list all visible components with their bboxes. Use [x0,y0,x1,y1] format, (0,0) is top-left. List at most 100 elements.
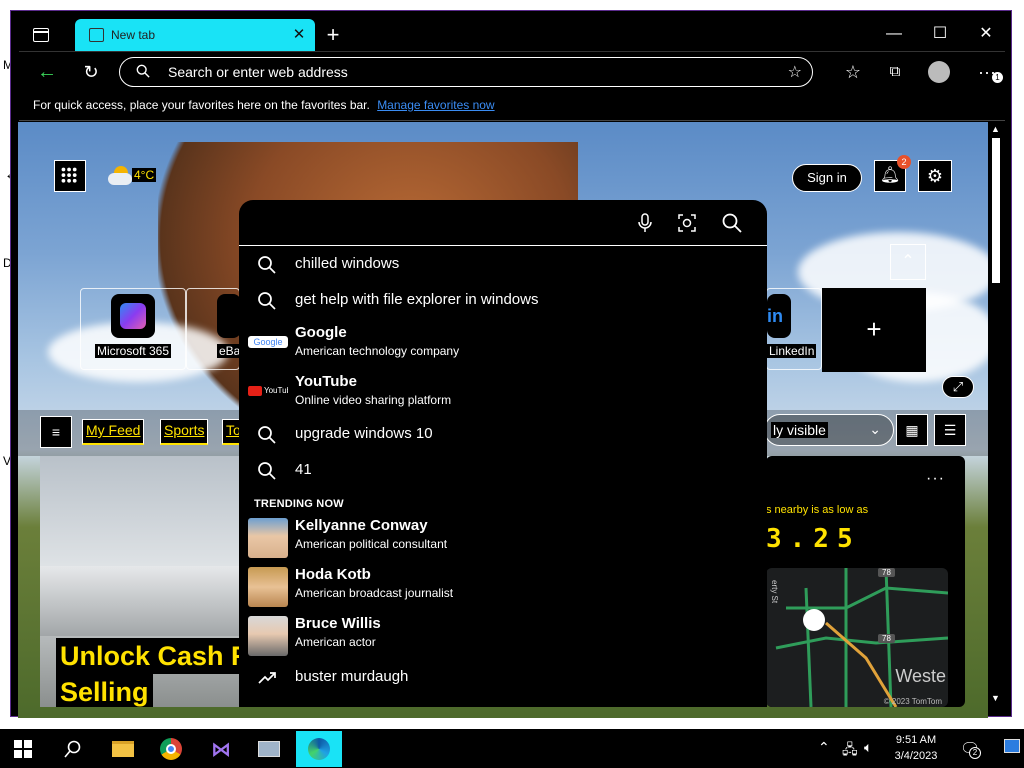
app-icon[interactable] [246,731,292,767]
news-card[interactable]: Unlock Cash Fr Selling [40,456,240,707]
back-arrow-icon[interactable]: ← [33,60,61,84]
profile-avatar[interactable] [925,60,953,84]
maximize-icon[interactable]: ☐ [917,23,963,47]
content-visibility-select[interactable]: ly visible ⌄ [764,414,894,446]
add-shortcut-plus-icon[interactable]: + [822,288,926,372]
favorites-bar-message: For quick access, place your favorites h… [33,98,370,112]
search-icon [136,64,150,78]
edge-taskbar-icon[interactable] [296,731,342,767]
scroll-thumb[interactable] [992,138,1000,283]
search-suggestions-dropdown: chilled windows get help with file explo… [239,200,767,707]
tab-title: New tab [111,28,156,42]
tile-microsoft-365[interactable]: Microsoft 365 [80,288,186,370]
start-windows-icon[interactable] [0,731,46,767]
search-submit-icon[interactable] [721,212,743,234]
trending-query-item[interactable]: buster murdaugh [239,661,767,695]
traffic-map[interactable]: 78 78 erty St Weste © 2023 TomTom [766,568,948,707]
collections-icon[interactable]: ⧉ [881,60,909,84]
linkedin-icon: in [767,294,791,338]
notifications-button[interactable]: 🔔︎ 2 [874,155,911,192]
action-center-icon[interactable]: 🗨︎2 [960,739,981,759]
more-menu-icon[interactable]: ··· 1 [973,60,1003,84]
tab-my-feed[interactable]: My Feed [82,419,145,445]
ebay-icon [217,294,241,338]
file-explorer-icon[interactable] [100,731,146,767]
route-shield: 78 [878,568,895,577]
scroll-up-icon[interactable]: ▲ [991,124,1000,134]
gas-price-caption: s nearby is as low as [766,504,869,516]
minimize-icon[interactable]: — [871,23,917,47]
volume-icon[interactable]: 🔈︎ [864,739,872,756]
bell-icon: 🔔︎ [879,167,901,184]
entity-suggestion[interactable]: YouTube YouTube Online video sharing pla… [239,371,767,417]
visibility-value: ly visible [771,422,828,438]
google-logo-icon: Google [248,336,288,348]
show-desktop-icon[interactable] [1004,739,1020,753]
tab-new-tab[interactable]: New tab ✕ [75,19,315,51]
tab-sports[interactable]: Sports [160,419,209,445]
map-place-label: Weste [895,666,946,686]
grid-icon [61,167,77,183]
collapse-chevron-up-icon[interactable]: ⌃ [890,244,926,280]
news-headline-line2[interactable]: Selling [56,674,153,707]
trending-item[interactable]: Hoda Kotb American broadcast journalist [239,564,767,610]
show-hidden-icons-chevron-icon[interactable]: ⌃ [818,739,830,756]
manage-favorites-link[interactable]: Manage favorites now [377,98,494,112]
grid-layout-icon[interactable]: ▦ [896,414,928,446]
search-input[interactable] [239,200,767,246]
trending-item[interactable]: Kellyanne Conway American political cons… [239,515,767,561]
clock-date: 3/4/2023 [894,750,938,762]
card-more-icon[interactable]: ··· [926,470,945,488]
tile-label: LinkedIn [767,344,817,358]
news-image [40,566,240,636]
trending-arrow-icon [258,672,276,684]
sign-in-button[interactable]: Sign in [792,164,862,192]
suggestion-item[interactable]: 41 [239,454,767,488]
microsoft-365-icon [111,294,155,338]
suggestion-item[interactable]: chilled windows [239,248,767,282]
weather-cloud-icon [108,166,132,186]
visual-search-icon[interactable] [676,212,698,234]
visual-studio-icon[interactable]: ⋈ [198,731,244,767]
trending-item[interactable]: Bruce Willis American actor [239,613,767,659]
settings-gear-icon[interactable]: ⚙ [918,160,952,192]
gas-prices-card[interactable]: ··· s nearby is as low as 3.25 78 78 ert… [766,456,965,707]
entity-suggestion[interactable]: Google Google American technology compan… [239,322,767,368]
search-icon [258,462,276,480]
trending-header: TRENDING NOW [254,498,344,510]
list-layout-icon[interactable]: ☰ [934,414,966,446]
taskbar-search-icon[interactable] [50,731,96,767]
gas-price-value: 3.25 [766,524,861,554]
address-placeholder: Search or enter web address [168,64,348,80]
tile-linkedin[interactable]: in LinkedIn [766,288,822,370]
tab-bar: New tab ✕ + — ☐ ✕ [19,19,1005,51]
page-scrollbar[interactable]: ▲ ▼ [988,122,1004,707]
close-window-icon[interactable]: ✕ [963,23,1009,47]
tab-actions-icon[interactable] [33,28,49,42]
chevron-down-icon: ⌄ [869,421,881,437]
news-headline-line1[interactable]: Unlock Cash Fr [56,638,240,674]
taskbar: ⋈ ⌃ 🖧︎ 🔈︎ 9:51 AM 3/4/2023 🗨︎2 [0,728,1024,768]
network-icon[interactable]: 🖧︎ [842,739,858,763]
tile-ebay[interactable]: eBay [186,288,249,370]
suggestion-item[interactable]: get help with file explorer in windows [239,284,767,318]
chrome-icon[interactable] [148,731,194,767]
search-icon [258,292,276,310]
person-thumbnail [248,567,288,607]
search-icon [258,426,276,444]
add-favorite-icon[interactable]: ☆ [788,62,802,82]
tab-close-icon[interactable]: ✕ [289,25,309,43]
apps-launcher-button[interactable] [54,160,86,192]
address-bar[interactable]: Search or enter web address ☆ [119,57,813,87]
new-tab-plus-icon[interactable]: + [321,23,345,47]
favorites-icon[interactable]: ☆ [839,60,867,84]
weather-temp[interactable]: 4°C [132,168,157,182]
suggestion-item[interactable]: upgrade windows 10 [239,418,767,452]
refresh-icon[interactable]: ↻ [77,60,105,84]
system-clock[interactable]: 9:51 AM 3/4/2023 [888,732,944,764]
expand-icon[interactable]: ⤢ [942,376,974,398]
scroll-down-icon[interactable]: ▼ [991,693,1000,703]
person-thumbnail [248,616,288,656]
microphone-icon[interactable] [634,212,656,234]
feed-menu-icon[interactable]: ≡ [40,416,72,448]
